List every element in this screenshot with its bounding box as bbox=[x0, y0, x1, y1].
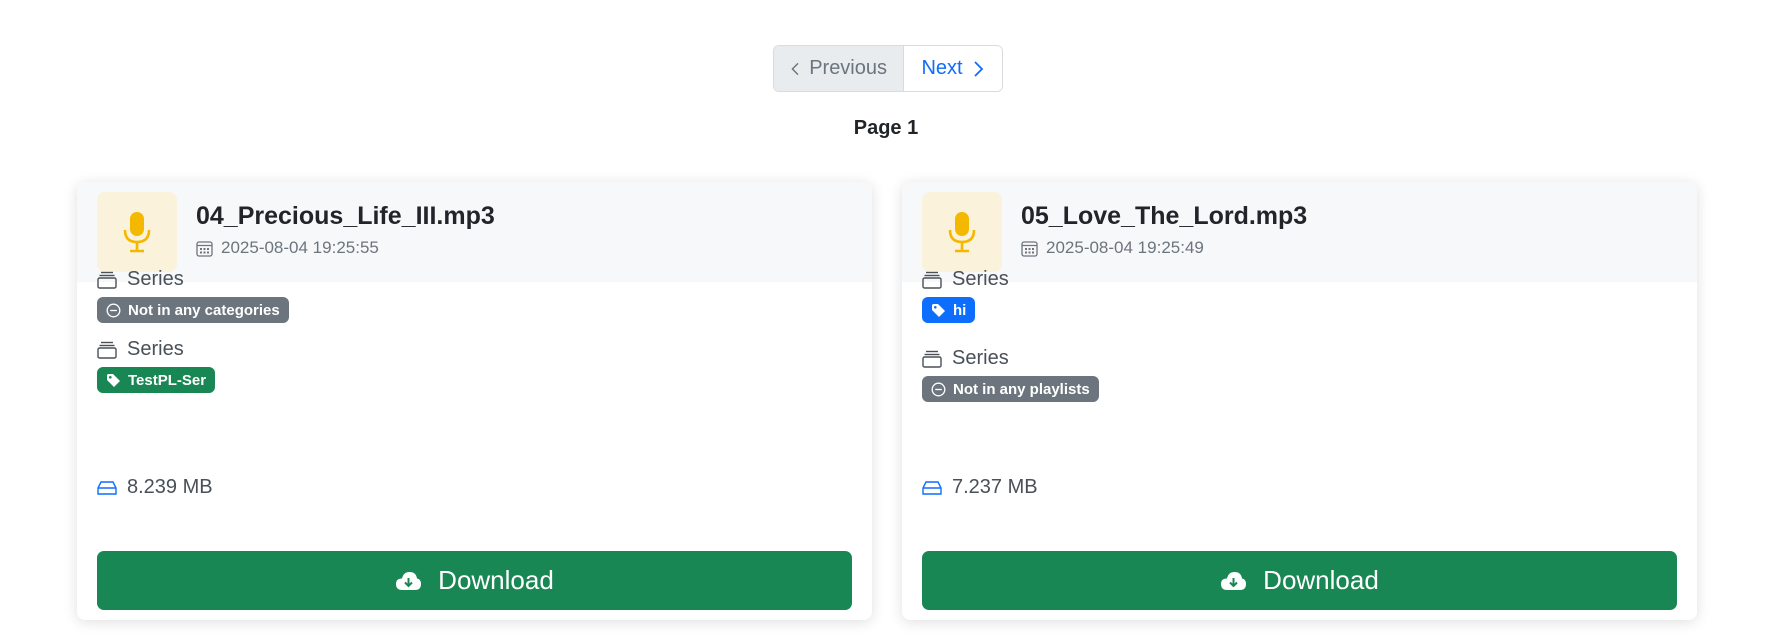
playlist-badge[interactable]: TestPL-Ser bbox=[97, 367, 216, 393]
section-title-text: Series bbox=[127, 338, 184, 360]
calendar-icon bbox=[196, 240, 213, 257]
tag-icon bbox=[932, 303, 945, 317]
file-name: 05_Love_The_Lord.mp3 bbox=[1021, 202, 1308, 230]
file-size: 7.237 MB bbox=[922, 476, 1038, 499]
next-button[interactable]: Next bbox=[904, 46, 1002, 91]
previous-label: Previous bbox=[809, 57, 887, 79]
microphone-icon bbox=[123, 212, 151, 253]
drive-icon bbox=[922, 480, 942, 495]
card-header: 04_Precious_Life_III.mp3 2025-08-04 19:2… bbox=[77, 182, 872, 282]
dash-circle-icon bbox=[106, 303, 121, 317]
download-label: Download bbox=[1263, 565, 1379, 595]
dash-circle-icon bbox=[931, 382, 946, 396]
file-size-text: 8.239 MB bbox=[127, 476, 213, 498]
file-size-text: 7.237 MB bbox=[952, 476, 1038, 498]
page-indicator: Page 1 bbox=[853, 117, 919, 139]
chevron-left-icon bbox=[791, 62, 799, 75]
drive-icon bbox=[97, 480, 117, 495]
playlist-section-title: Series bbox=[97, 338, 184, 361]
download-label: Download bbox=[438, 565, 554, 595]
audio-card: 05_Love_The_Lord.mp3 2025-08-04 19:25:49… bbox=[902, 182, 1697, 620]
cloud-download-icon bbox=[396, 571, 422, 590]
pagination: Previous Next bbox=[773, 45, 1003, 92]
file-thumbnail bbox=[922, 192, 1002, 272]
chevron-right-icon bbox=[973, 60, 983, 77]
category-badge: Not in any categories bbox=[97, 297, 289, 323]
playlist-section-title: Series bbox=[922, 347, 1009, 370]
download-button[interactable]: Download bbox=[922, 551, 1677, 610]
category-section-title: Series bbox=[922, 268, 1009, 291]
collection-icon bbox=[922, 271, 942, 289]
file-name: 04_Precious_Life_III.mp3 bbox=[196, 202, 495, 230]
file-date: 2025-08-04 19:25:49 bbox=[1021, 238, 1204, 258]
tag-icon bbox=[107, 373, 120, 387]
file-date-text: 2025-08-04 19:25:49 bbox=[1046, 238, 1204, 257]
section-title-text: Series bbox=[952, 347, 1009, 369]
calendar-icon bbox=[1021, 240, 1038, 257]
download-button[interactable]: Download bbox=[97, 551, 852, 610]
section-title-text: Series bbox=[952, 268, 1009, 290]
badge-text: Not in any categories bbox=[128, 301, 280, 319]
file-date-text: 2025-08-04 19:25:55 bbox=[221, 238, 379, 257]
file-size: 8.239 MB bbox=[97, 476, 213, 499]
cloud-download-icon bbox=[1221, 571, 1247, 590]
previous-button[interactable]: Previous bbox=[774, 46, 904, 91]
audio-card: 04_Precious_Life_III.mp3 2025-08-04 19:2… bbox=[77, 182, 872, 620]
playlist-badge: Not in any playlists bbox=[922, 376, 1099, 402]
file-date: 2025-08-04 19:25:55 bbox=[196, 238, 379, 258]
section-title-text: Series bbox=[127, 268, 184, 290]
collection-icon bbox=[922, 350, 942, 368]
badge-text: Not in any playlists bbox=[953, 380, 1090, 398]
card-header: 05_Love_The_Lord.mp3 2025-08-04 19:25:49 bbox=[902, 182, 1697, 282]
badge-text: hi bbox=[953, 301, 967, 319]
collection-icon bbox=[97, 271, 117, 289]
microphone-icon bbox=[948, 212, 976, 253]
next-label: Next bbox=[921, 57, 963, 79]
badge-text: TestPL-Ser bbox=[128, 371, 207, 389]
category-badge[interactable]: hi bbox=[922, 297, 976, 323]
category-section-title: Series bbox=[97, 268, 184, 291]
file-thumbnail bbox=[97, 192, 177, 272]
collection-icon bbox=[97, 341, 117, 359]
